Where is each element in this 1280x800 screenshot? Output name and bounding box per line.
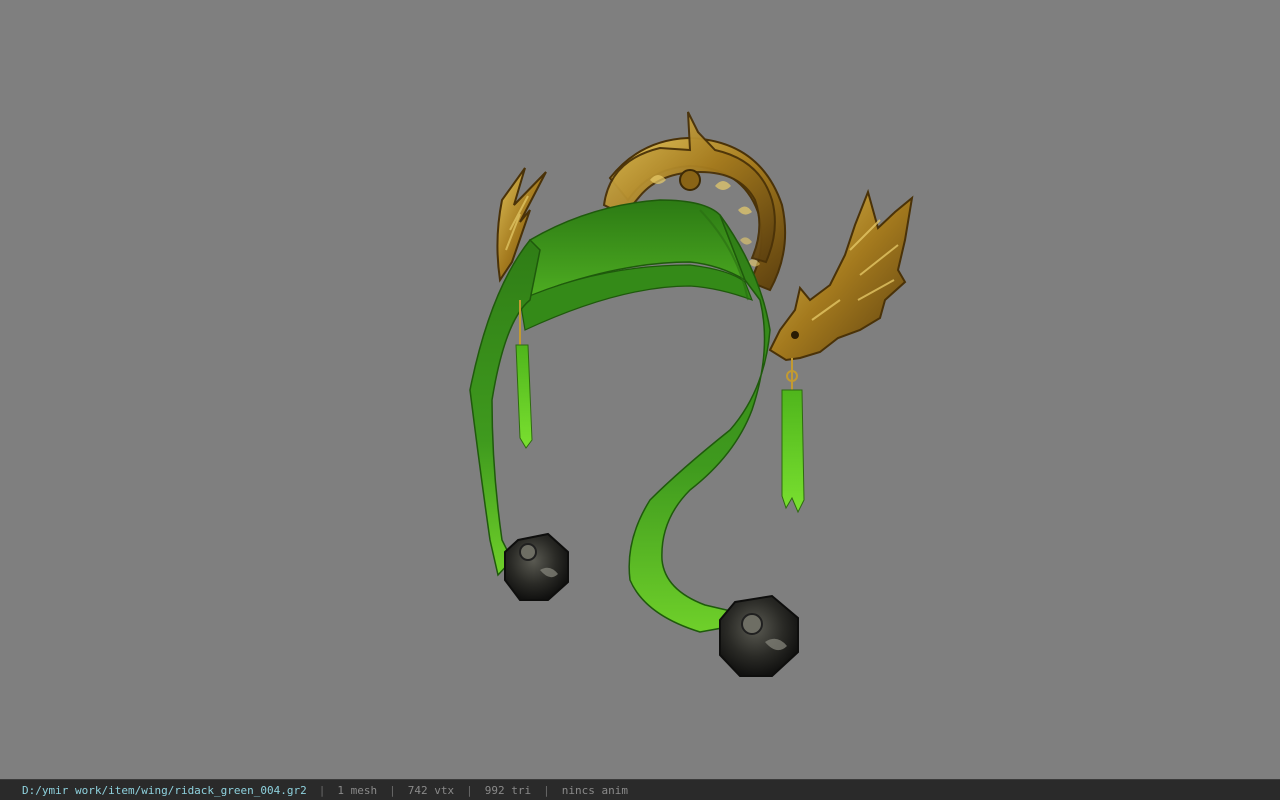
separator: | [466,783,473,797]
separator: | [318,783,326,797]
3d-viewport[interactable] [0,0,1280,779]
separator: | [389,783,396,797]
file-path: D:/ymir work/item/wing/ridack_green_004.… [22,783,307,797]
vertex-count: 742 vtx [407,783,455,797]
left-bead-ornament [504,532,569,601]
right-bead-ornament [719,594,799,677]
animation-status: nincs anim [561,783,628,797]
separator: | [543,783,550,797]
right-jade-tassel [781,358,805,514]
mesh-count: 1 mesh [337,783,378,797]
right-dragon-head [768,188,914,362]
status-bar: D:/ymir work/item/wing/ridack_green_004.… [0,779,1280,800]
model-preview[interactable] [0,0,1280,779]
triangle-count: 992 tri [484,783,532,797]
